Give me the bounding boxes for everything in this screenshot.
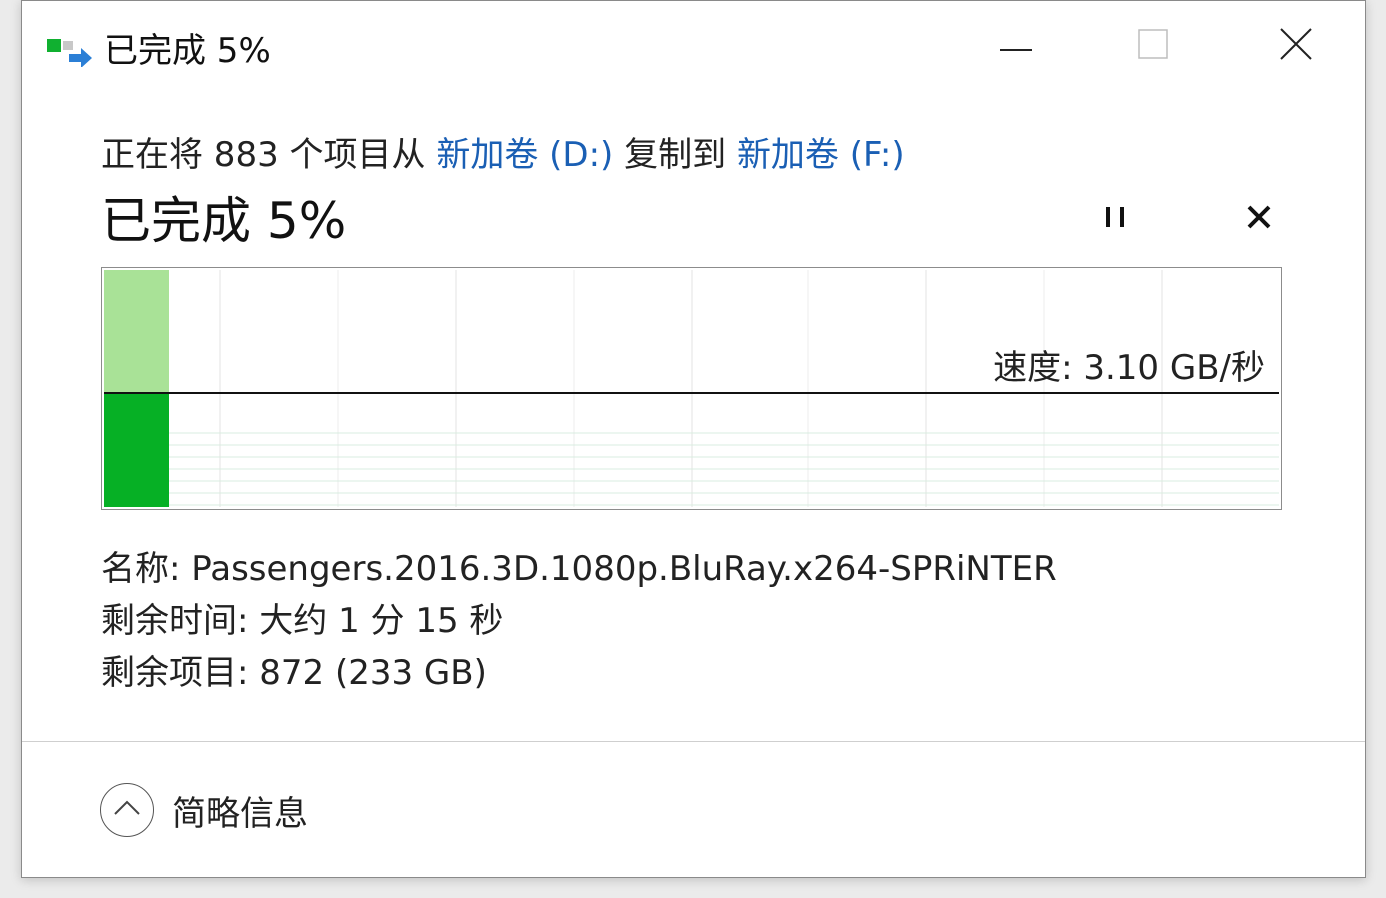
detail-time-row: 剩余时间: 大约 1 分 15 秒 bbox=[101, 595, 1057, 647]
title-bar[interactable]: 已完成 5% bbox=[22, 1, 1365, 91]
destination-link[interactable]: 新加卷 (F:) bbox=[737, 135, 905, 175]
detail-name-row: 名称: Passengers.2016.3D.1080p.BluRay.x264… bbox=[101, 543, 1057, 595]
close-icon bbox=[1280, 28, 1312, 64]
cancel-icon bbox=[1246, 204, 1272, 234]
pause-button[interactable] bbox=[1091, 197, 1139, 241]
detail-items-row: 剩余项目: 872 (233 GB) bbox=[101, 647, 1057, 699]
chevron-up-icon bbox=[113, 800, 141, 820]
file-copy-icon bbox=[47, 37, 93, 68]
detail-items-label: 剩余项目: bbox=[101, 653, 260, 693]
detail-name-value: Passengers.2016.3D.1080p.BluRay.x264-SPR… bbox=[191, 549, 1057, 589]
summary-prefix: 正在将 883 个项目从 bbox=[101, 135, 437, 175]
speed-graph: 速度: 3.10 GB/秒 bbox=[101, 267, 1282, 510]
source-link[interactable]: 新加卷 (D:) bbox=[436, 135, 613, 175]
summary-middle: 复制到 bbox=[613, 135, 737, 175]
close-button[interactable] bbox=[1228, 1, 1364, 91]
minimize-icon bbox=[1000, 37, 1032, 56]
footer: 简略信息 bbox=[22, 742, 1365, 877]
speed-label: 速度: 3.10 GB/秒 bbox=[993, 348, 1265, 388]
collapse-circle bbox=[100, 783, 154, 837]
minimize-button[interactable] bbox=[948, 1, 1084, 91]
details-panel: 名称: Passengers.2016.3D.1080p.BluRay.x264… bbox=[101, 543, 1057, 699]
cancel-copy-button[interactable] bbox=[1235, 197, 1283, 241]
maximize-icon bbox=[1138, 29, 1168, 63]
pause-icon bbox=[1103, 205, 1127, 233]
window-title: 已完成 5% bbox=[104, 31, 271, 71]
detail-name-label: 名称: bbox=[101, 549, 192, 589]
progress-fill-band bbox=[104, 394, 169, 507]
copy-progress-window: 已完成 5% 正在将 883 个项目从 新加卷 (D:) 复制到 新加卷 (F:… bbox=[21, 0, 1366, 878]
progress-fill-remaining-band bbox=[104, 270, 169, 394]
fewer-details-label: 简略信息 bbox=[172, 793, 308, 834]
copy-summary: 正在将 883 个项目从 新加卷 (D:) 复制到 新加卷 (F:) bbox=[101, 127, 905, 176]
fewer-details-button[interactable]: 简略信息 bbox=[100, 780, 308, 840]
detail-time-label: 剩余时间: bbox=[101, 601, 260, 641]
detail-items-value: 872 (233 GB) bbox=[259, 653, 487, 693]
detail-time-value: 大约 1 分 15 秒 bbox=[259, 601, 504, 641]
progress-heading: 已完成 5% bbox=[101, 192, 347, 250]
maximize-button[interactable] bbox=[1085, 1, 1221, 91]
